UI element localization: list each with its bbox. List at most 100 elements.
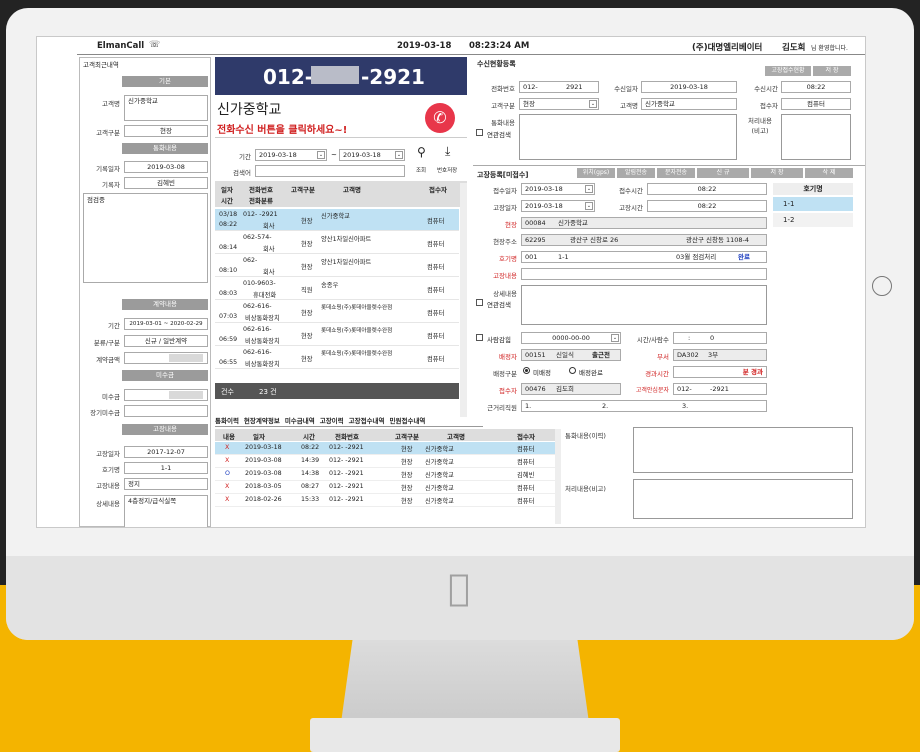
injury-date-field[interactable]: 0000-00-00 ⌄ <box>521 332 621 344</box>
linked-search-checkbox[interactable] <box>476 129 483 136</box>
tab-contract[interactable]: 현장계약정보 <box>244 415 280 425</box>
fault-detail-area[interactable] <box>521 285 767 325</box>
unit-list-header: 호기명 <box>773 183 853 195</box>
call-row[interactable]: 08:03 010-9603- 휴대전화 직원 송종우 컴퓨터 <box>215 278 459 300</box>
col-receiver: 접수자 <box>429 186 447 194</box>
date-from-field[interactable]: 2019-03-18 ⌄ <box>255 149 327 161</box>
recorder-field[interactable]: 김혜빈 <box>124 177 208 189</box>
fault-date-field[interactable]: 2017-12-07 <box>124 446 208 458</box>
dispatcher-field[interactable]: 00151 신일식 출근전 <box>521 349 621 361</box>
notify-button[interactable]: 알림전송 <box>617 168 655 178</box>
customer-name-field[interactable]: 신가중학교 <box>124 95 208 121</box>
call-row[interactable]: 06:59 062-616- 비상통화장치 현장 롯데쇼핑(주)롯데아울렛수완점 컴퓨… <box>215 324 459 346</box>
fault-time[interactable]: 08:22 <box>647 200 767 212</box>
recv-process-area[interactable] <box>781 114 851 160</box>
injury-checkbox[interactable] <box>476 334 483 341</box>
unit-field[interactable]: 1-1 <box>124 462 208 474</box>
recv-phone-field[interactable]: 012- 2921 <box>519 81 599 93</box>
label: 배정완료 <box>579 369 603 377</box>
download-icon[interactable]: ⤓ <box>445 144 450 159</box>
unit-list-item[interactable]: 1-2 <box>773 213 853 227</box>
apple-logo-icon:  <box>448 568 470 609</box>
search-input[interactable] <box>255 165 405 177</box>
nearby-staff-field[interactable]: 1. 2. 3. <box>521 400 767 412</box>
answer-call-button[interactable]: ✆ <box>425 103 455 133</box>
recv-time-field[interactable]: 08:22 <box>781 81 851 93</box>
history-row[interactable]: X 2019-03-18 08:22 012- -2921 현장 신가중학교 컴퓨터 <box>215 442 555 455</box>
tab-fault-receipt[interactable]: 고장접수내역 <box>349 415 385 425</box>
save-number-button[interactable]: 번호저장 <box>437 166 457 174</box>
history-row[interactable]: O 2019-03-08 14:38 012- -2921 현장 신가중학교 김혜빈 <box>215 468 555 481</box>
fault-content-field[interactable]: 정지 <box>124 478 208 490</box>
left-panel: 고객최근내역 기본 고객명 신가중학교 고객구분 현장 통화내용 기록일자 20… <box>79 57 211 527</box>
elapsed-field[interactable]: 분 경과 <box>673 366 767 378</box>
call-row[interactable]: 08:14 062-574- 회사 현장 양산1차일신아파트 컴퓨터 <box>215 232 459 254</box>
phone-redaction <box>311 66 359 84</box>
recv-save-button[interactable]: 저 장 <box>813 66 851 76</box>
count-value: 23 건 <box>259 388 277 396</box>
recv-cust-type-select[interactable]: 현장 ⌄ <box>519 98 599 110</box>
fault-detail-field[interactable]: 4층정지/급식실쪽 <box>124 495 208 527</box>
call-row[interactable]: 07:03 062-616- 비상통화장치 현장 롯데쇼핑(주)롯데아울렛수완점 컴퓨… <box>215 301 459 323</box>
unpaid-field[interactable] <box>124 389 208 401</box>
history-scrollbar[interactable] <box>555 429 561 524</box>
fault-content-input[interactable] <box>521 268 767 280</box>
memo-field[interactable]: 점검중 <box>83 193 208 283</box>
customer-type-field[interactable]: 현장 <box>124 125 208 137</box>
tab-fault-history[interactable]: 고장이력 <box>320 415 344 425</box>
history-row[interactable]: X 2018-03-05 08:27 012- -2921 현장 신가중학교 컴퓨터 <box>215 481 555 494</box>
new-button[interactable]: 신 규 <box>697 168 749 178</box>
assigned-radio[interactable] <box>569 367 576 374</box>
safety-sms-field[interactable]: 012- -2921 <box>673 383 767 395</box>
contract-class-field[interactable]: 신규 / 일반계약 <box>124 335 208 347</box>
calls-scrollbar[interactable] <box>460 183 467 417</box>
call-row[interactable]: 03/18 08:22 012- -2921 회사 현장 신가중학교 컴퓨터 <box>215 209 459 231</box>
search-icon[interactable]: ⚲ <box>417 145 426 159</box>
unit-select-field[interactable]: 001 1-1 03월 점검처리 완료 <box>521 251 767 263</box>
record-date-field[interactable]: 2019-03-08 <box>124 161 208 173</box>
fault-status-button[interactable]: 고장접수현황 <box>765 66 811 76</box>
gps-button[interactable]: 위치(gps) <box>577 168 615 178</box>
call-row[interactable]: 08:10 062- 회사 현장 양산1차일신아파트 컴퓨터 <box>215 255 459 277</box>
search-button[interactable]: 조회 <box>416 166 426 174</box>
fault-linked-checkbox[interactable] <box>476 299 483 306</box>
people-field[interactable]: :0 <box>673 332 767 344</box>
tab-call-history[interactable]: 통화이력 <box>215 415 239 425</box>
history-process-content[interactable] <box>633 479 853 519</box>
unassigned-radio[interactable] <box>523 367 530 374</box>
label: 고객안심문자 <box>635 387 669 394</box>
fault-title: 고장등록[미접수] <box>477 171 529 179</box>
history-row[interactable]: X 2019-03-08 14:39 012- -2921 현장 신가중학교 컴퓨터 <box>215 455 555 468</box>
delete-button[interactable]: 삭 제 <box>805 168 853 178</box>
receiver-field[interactable]: 00476 김도희 <box>521 383 621 395</box>
sms-button[interactable]: 문자전송 <box>657 168 695 178</box>
site-field[interactable]: 00084 신가중학교 <box>521 217 767 229</box>
call-row[interactable]: 06:55 062-616- 비상통화장치 현장 롯데쇼핑(주)롯데아울렛수완점 컴퓨… <box>215 347 459 369</box>
recv-receiver-field[interactable]: 컴퓨터 <box>781 98 851 110</box>
recv-cust-name-field[interactable]: 신가중학교 <box>641 98 737 110</box>
app-title: ElmanCall <box>97 41 145 51</box>
unit-list-item[interactable]: 1-1 <box>773 197 853 211</box>
date-to-field[interactable]: 2019-03-18 ⌄ <box>339 149 405 161</box>
contract-amount-field[interactable] <box>124 352 208 364</box>
col-time: 시간 <box>221 197 233 205</box>
fault-save-button[interactable]: 저 장 <box>751 168 803 178</box>
contract-period-field[interactable]: 2019-03-01 ~ 2020-02-29 <box>124 318 208 330</box>
label: 기록일자 <box>96 165 120 173</box>
site-address-field[interactable]: 62295 광산구 신창로 26 광산구 신창동 1108-4 <box>521 234 767 246</box>
fault-recv-time[interactable]: 08:22 <box>647 183 767 195</box>
history-row[interactable]: X 2018-02-26 15:33 012- -2921 현장 신가중학교 컴퓨터 <box>215 494 555 507</box>
fault-recv-date[interactable]: 2019-03-18 ⌄ <box>521 183 595 195</box>
recv-content-area[interactable] <box>519 114 737 160</box>
recv-date-field[interactable]: 2019-03-18 <box>641 81 737 93</box>
calls-grid-header: 일자 시간 전화번호 전화분류 고객구분 고객명 접수자 <box>215 181 467 207</box>
long-unpaid-field[interactable] <box>124 405 208 417</box>
label: 수신시간 <box>754 85 778 93</box>
tab-complaint[interactable]: 민원접수내역 <box>390 415 426 425</box>
dept-field[interactable]: DA302 3부 <box>673 349 767 361</box>
banner-phone-b: -2921 <box>361 65 425 89</box>
label: 현장 <box>505 221 517 229</box>
fault-date[interactable]: 2019-03-18 ⌄ <box>521 200 595 212</box>
history-call-content[interactable] <box>633 427 853 473</box>
tab-unpaid[interactable]: 미수금내역 <box>285 415 315 425</box>
